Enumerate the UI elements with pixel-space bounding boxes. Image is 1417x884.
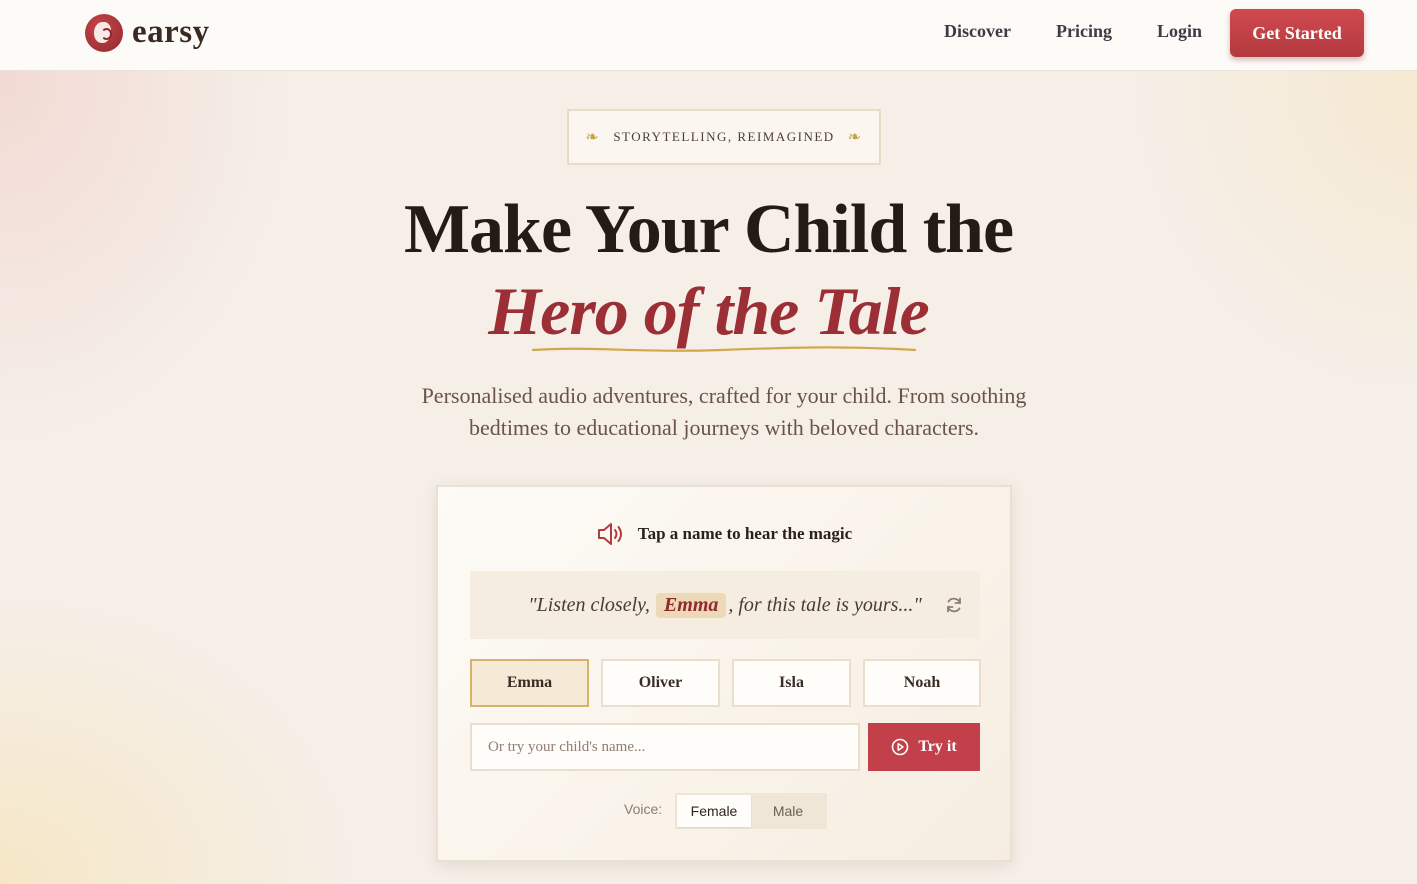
hero-title-line1: Make Your Child the <box>403 191 1014 268</box>
badge-text: STORYTELLING, REIMAGINED <box>613 129 835 144</box>
hero-badge: ❧ STORYTELLING, REIMAGINED ❧ <box>567 109 881 165</box>
ornament-icon: ❧ <box>847 129 863 146</box>
child-name-input[interactable] <box>470 723 860 771</box>
name-options: Emma Oliver Isla Noah <box>470 659 981 707</box>
nav-link-login[interactable]: Login <box>1157 21 1202 42</box>
voice-option-female[interactable]: Female <box>677 795 751 827</box>
demo-card: Tap a name to hear the magic "Listen clo… <box>436 485 1012 862</box>
nav-link-discover[interactable]: Discover <box>944 21 1011 42</box>
voice-toggle: Female Male <box>675 793 827 829</box>
voice-label: Voice: <box>624 801 663 817</box>
name-button-noah[interactable]: Noah <box>863 659 981 707</box>
quote-before: "Listen closely, <box>528 593 650 616</box>
quote-name: Emma <box>655 592 727 618</box>
speaker-icon <box>597 523 622 545</box>
hero-title-line2: Hero of the Tale <box>488 273 929 349</box>
title-underline <box>531 346 917 352</box>
name-button-emma[interactable]: Emma <box>470 659 589 707</box>
nav-link-pricing[interactable]: Pricing <box>1056 21 1112 42</box>
try-it-button[interactable]: Try it <box>868 723 980 771</box>
refresh-icon[interactable] <box>944 595 964 615</box>
hero-subtitle: Personalised audio adventures, crafted f… <box>421 383 1027 440</box>
logo-text: earsy <box>132 13 210 50</box>
demo-heading: Tap a name to hear the magic <box>438 521 1010 547</box>
top-nav: earsy Discover Pricing Login Get Started <box>0 0 1417 71</box>
demo-heading-text: Tap a name to hear the magic <box>637 524 853 543</box>
ornament-icon: ❧ <box>585 129 601 146</box>
quote-after: , for this tale is yours..." <box>728 593 922 616</box>
logo-mark-icon <box>85 14 123 52</box>
name-button-isla[interactable]: Isla <box>732 659 851 707</box>
logo[interactable]: earsy <box>85 14 210 52</box>
try-it-label: Try it <box>918 738 957 755</box>
voice-option-male[interactable]: Male <box>751 795 825 827</box>
get-started-button[interactable]: Get Started <box>1230 9 1364 57</box>
play-icon <box>892 738 909 756</box>
name-button-oliver[interactable]: Oliver <box>601 659 720 707</box>
preview-quote: "Listen closely, Emma , for this tale is… <box>470 571 980 639</box>
